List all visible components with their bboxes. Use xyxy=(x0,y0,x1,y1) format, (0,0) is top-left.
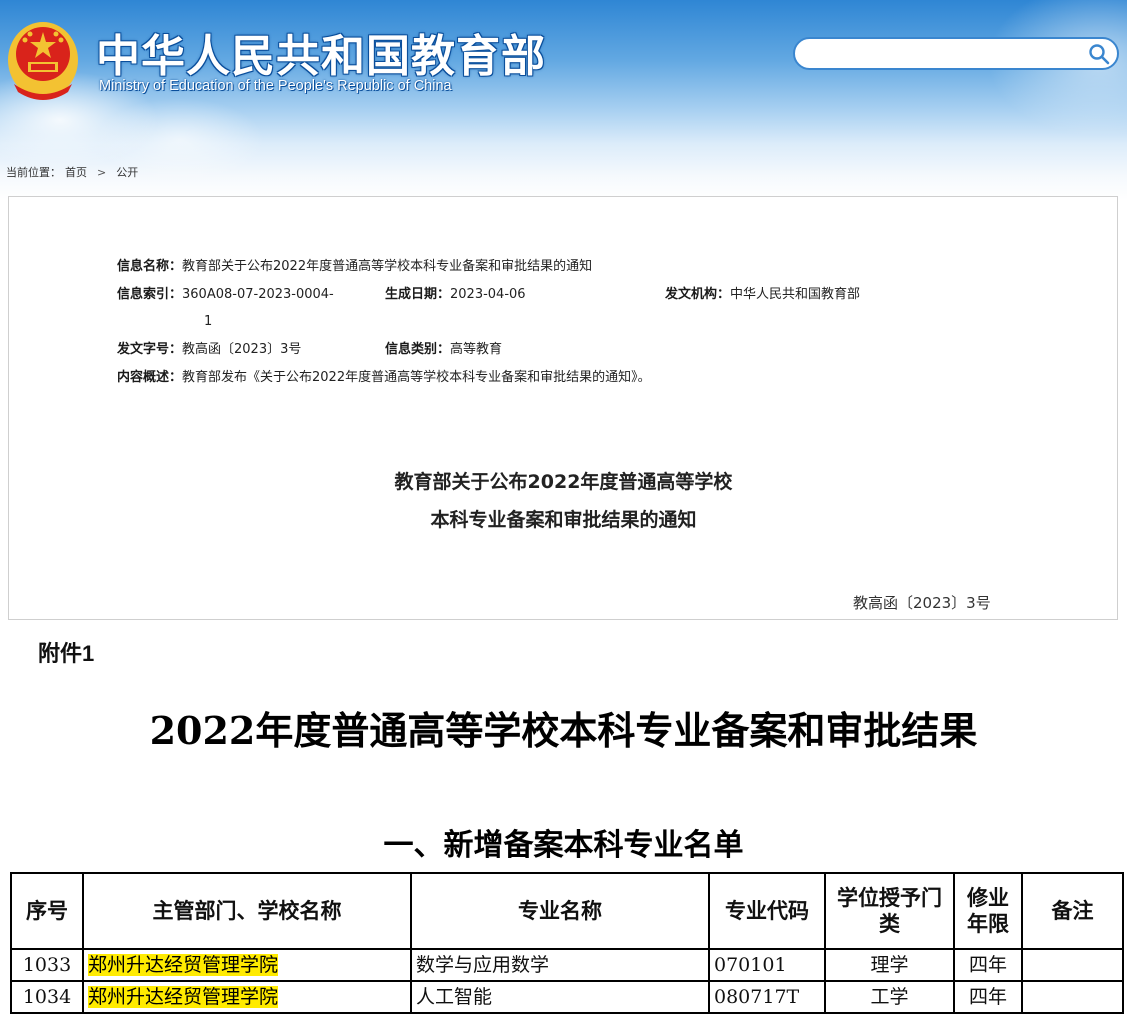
info-issuer-value: 中华人民共和国教育部 xyxy=(730,287,861,302)
info-issuer-label: 发文机构： xyxy=(665,287,731,302)
info-index-value-cont: 1 xyxy=(204,314,213,329)
cell-degree: 工学 xyxy=(824,980,955,1014)
info-issuer-row: 发文机构：中华人民共和国教育部 xyxy=(665,287,860,303)
cell-school: 郑州升达经贸管理学院 xyxy=(82,948,412,982)
cell-duration: 四年 xyxy=(953,980,1023,1014)
cell-code: 080717T xyxy=(708,980,826,1014)
cell-index: 1033 xyxy=(10,948,84,982)
info-category-value: 高等教育 xyxy=(450,342,503,357)
cell-school: 郑州升达经贸管理学院 xyxy=(82,980,412,1014)
info-date-value: 2023-04-06 xyxy=(450,287,526,302)
cell-remarks xyxy=(1021,980,1124,1014)
info-docno-label: 发文字号： xyxy=(117,342,183,357)
cell-code: 070101 xyxy=(708,948,826,982)
header-banner: 中华人民共和国教育部 Ministry of Education of the … xyxy=(0,0,1127,200)
info-category-row: 信息类别：高等教育 xyxy=(385,342,502,358)
header-school: 主管部门、学校名称 xyxy=(82,872,412,950)
info-date-label: 生成日期： xyxy=(385,287,451,302)
highlighted-school-name: 郑州升达经贸管理学院 xyxy=(88,954,279,976)
search-input[interactable] xyxy=(793,37,1119,70)
info-name-row: 信息名称：教育部关于公布2022年度普通高等学校本科专业备案和审批结果的通知 xyxy=(117,259,592,275)
document-title-line-2: 本科专业备案和审批结果的通知 xyxy=(430,509,697,531)
table-header-row: 序号 主管部门、学校名称 专业名称 专业代码 学位授予门类 修业年限 备注 xyxy=(10,872,1124,950)
national-emblem-icon xyxy=(8,22,78,100)
info-category-label: 信息类别： xyxy=(385,342,451,357)
header-duration: 修业年限 xyxy=(953,872,1023,950)
breadcrumb-separator: > xyxy=(97,166,107,179)
header-degree: 学位授予门类 xyxy=(824,872,955,950)
breadcrumb-public-link[interactable]: 公开 xyxy=(116,166,138,179)
majors-table: 序号 主管部门、学校名称 专业名称 专业代码 学位授予门类 修业年限 备注 10… xyxy=(10,872,1124,1014)
document-title-line-1: 教育部关于公布2022年度普通高等学校 xyxy=(394,471,733,493)
document-number: 教高函〔2023〕3号 xyxy=(853,594,991,612)
cell-remarks xyxy=(1021,948,1124,982)
info-name-value: 教育部关于公布2022年度普通高等学校本科专业备案和审批结果的通知 xyxy=(182,259,593,274)
cell-major: 数学与应用数学 xyxy=(410,948,710,982)
breadcrumb: 当前位置： 首页 > 公开 xyxy=(6,164,138,180)
info-summary-value: 教育部发布《关于公布2022年度普通高等学校本科专业备案和审批结果的通知》。 xyxy=(182,370,651,385)
info-index-value: 360A08-07-2023-0004- xyxy=(182,287,334,302)
section-title: 一、新增备案本科专业名单 xyxy=(383,828,744,863)
info-docno-row: 发文字号：教高函〔2023〕3号 xyxy=(117,342,301,358)
highlighted-school-name: 郑州升达经贸管理学院 xyxy=(88,986,279,1008)
info-docno-value: 教高函〔2023〕3号 xyxy=(182,342,302,357)
info-index-row: 信息索引：360A08-07-2023-0004- xyxy=(117,287,334,303)
breadcrumb-home-link[interactable]: 首页 xyxy=(65,166,87,179)
header-index: 序号 xyxy=(10,872,84,950)
info-summary-row: 内容概述：教育部发布《关于公布2022年度普通高等学校本科专业备案和审批结果的通… xyxy=(117,370,651,386)
attachment-title: 2022年度普通高等学校本科专业备案和审批结果 xyxy=(149,708,978,753)
site-title: 中华人民共和国教育部 xyxy=(96,31,546,82)
info-date-row: 生成日期：2023-04-06 xyxy=(385,287,526,303)
info-name-label: 信息名称： xyxy=(117,259,183,274)
cell-index: 1034 xyxy=(10,980,84,1014)
attachment-label: 附件1 xyxy=(38,641,95,666)
header-code: 专业代码 xyxy=(708,872,826,950)
table-row: 1033 郑州升达经贸管理学院 数学与应用数学 070101 理学 四年 xyxy=(10,948,1124,982)
info-summary-label: 内容概述： xyxy=(117,370,183,385)
table-row: 1034 郑州升达经贸管理学院 人工智能 080717T 工学 四年 xyxy=(10,980,1124,1014)
cell-major: 人工智能 xyxy=(410,980,710,1014)
header-remarks: 备注 xyxy=(1021,872,1124,950)
cell-degree: 理学 xyxy=(824,948,955,982)
site-subtitle: Ministry of Education of the People's Re… xyxy=(99,78,452,94)
info-index-label: 信息索引： xyxy=(117,287,183,302)
search-icon[interactable] xyxy=(1087,42,1111,66)
header-major: 专业名称 xyxy=(410,872,710,950)
cell-duration: 四年 xyxy=(953,948,1023,982)
breadcrumb-prefix: 当前位置： xyxy=(6,166,61,179)
